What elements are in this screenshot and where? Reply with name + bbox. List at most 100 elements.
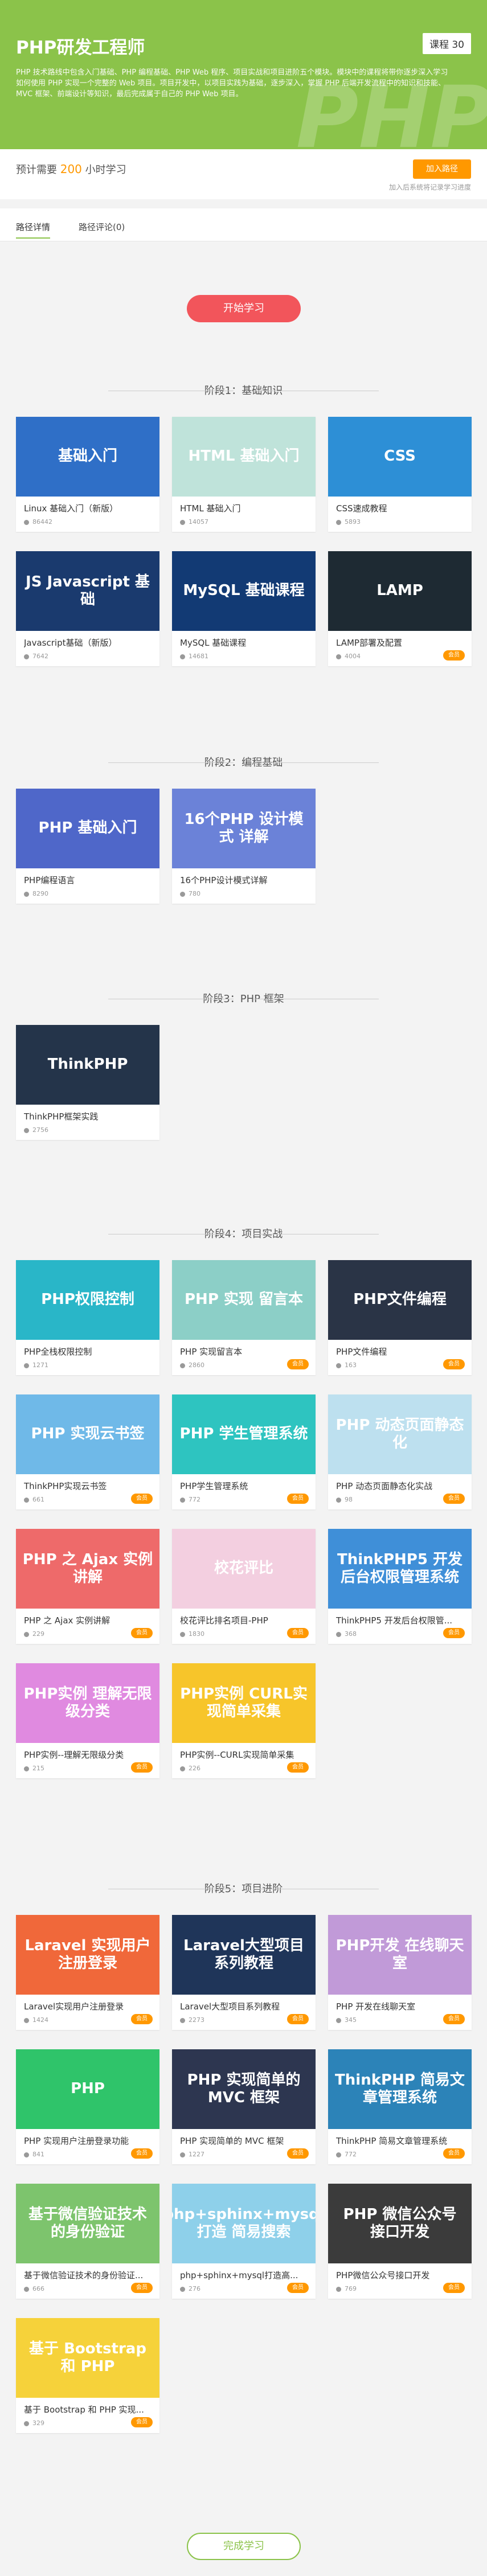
course-title[interactable]: ThinkPHP 简易文章管理系统 [336, 2135, 467, 2147]
course-card[interactable]: PHP权限控制 PHP全栈权限控制 1271 [16, 1260, 159, 1375]
course-title[interactable]: PHP学生管理系统 [180, 1480, 311, 1492]
course-title[interactable]: PHP 实现留言本 [180, 1346, 311, 1357]
course-card[interactable]: PHP 基础入门 PHP编程语言 8290 [16, 789, 159, 904]
course-thumbnail[interactable]: 基础入门 [16, 417, 159, 497]
start-learning-button[interactable]: 开始学习 [187, 295, 301, 322]
course-thumbnail[interactable]: LAMP [328, 551, 472, 631]
course-title[interactable]: Laravel大型项目系列教程 [180, 2000, 311, 2012]
course-title[interactable]: PHP文件编程 [336, 1346, 467, 1357]
course-card[interactable]: 校花评比 校花评比排名项目-PHP 1830 会员 [172, 1529, 316, 1644]
course-card[interactable]: PHP 实现 留言本 PHP 实现留言本 2860 会员 [172, 1260, 316, 1375]
course-card[interactable]: 基于 Bootstrap 和 PHP 基于 Bootstrap 和 PHP 实现.… [16, 2318, 159, 2433]
course-title[interactable]: ThinkPHP5 开发后台权限管... [336, 1614, 467, 1626]
course-thumbnail[interactable]: PHP文件编程 [328, 1260, 472, 1340]
course-title[interactable]: CSS速成教程 [336, 502, 467, 514]
course-thumbnail[interactable]: PHP权限控制 [16, 1260, 159, 1340]
course-card[interactable]: CSS CSS速成教程 5893 [328, 417, 472, 532]
course-title[interactable]: PHP 之 Ajax 实例讲解 [24, 1614, 155, 1626]
course-card[interactable]: PHP PHP 实现用户注册登录功能 841 会员 [16, 2049, 159, 2164]
course-thumbnail[interactable]: PHP 微信公众号 接口开发 [328, 2184, 472, 2263]
learner-count-value: 14681 [189, 653, 208, 660]
course-title[interactable]: PHP 动态页面静态化实战 [336, 1480, 467, 1492]
course-thumbnail[interactable]: PHP开发 在线聊天室 [328, 1915, 472, 1995]
course-title[interactable]: php+sphinx+mysql打造高... [180, 2269, 311, 2281]
course-title[interactable]: PHP微信公众号接口开发 [336, 2269, 467, 2281]
course-thumbnail[interactable]: ThinkPHP [16, 1025, 159, 1105]
learner-count: 163 [336, 1361, 357, 1369]
course-thumbnail[interactable]: PHP 之 Ajax 实例讲解 [16, 1529, 159, 1609]
course-thumbnail[interactable]: ThinkPHP 简易文章管理系统 [328, 2049, 472, 2129]
course-title[interactable]: HTML 基础入门 [180, 502, 311, 514]
course-title[interactable]: PHP实例--CURL实现简单采集 [180, 1749, 311, 1761]
join-path-button[interactable]: 加入路径 [413, 159, 471, 179]
course-card[interactable]: PHP 实现云书签 ThinkPHP实现云书签 661 会员 [16, 1394, 159, 1509]
course-card[interactable]: PHP 实现简单的 MVC 框架 PHP 实现简单的 MVC 框架 1227 会员 [172, 2049, 316, 2164]
course-title[interactable]: ThinkPHP框架实践 [24, 1110, 155, 1122]
course-thumbnail[interactable]: PHP [16, 2049, 159, 2129]
course-card[interactable]: ThinkPHP 简易文章管理系统 ThinkPHP 简易文章管理系统 772 会员 [328, 2049, 472, 2164]
course-title[interactable]: PHP全栈权限控制 [24, 1346, 155, 1357]
user-icon [336, 2152, 341, 2157]
course-card[interactable]: ThinkPHP5 开发后台权限管理系统 ThinkPHP5 开发后台权限管...… [328, 1529, 472, 1644]
course-card[interactable]: Laravel 实现用户注册登录 Laravel实现用户注册登录 1424 会员 [16, 1915, 159, 2030]
course-card[interactable]: PHP文件编程 PHP文件编程 163 会员 [328, 1260, 472, 1375]
course-title[interactable]: Laravel实现用户注册登录 [24, 2000, 155, 2012]
course-card[interactable]: LAMP LAMP部署及配置 4004 会员 [328, 551, 472, 666]
course-thumbnail[interactable]: 16个PHP 设计模式 详解 [172, 789, 316, 868]
course-title[interactable]: MySQL 基础课程 [180, 637, 311, 649]
course-title[interactable]: PHP 实现用户注册登录功能 [24, 2135, 155, 2147]
course-title[interactable]: PHP实例--理解无限级分类 [24, 1749, 155, 1761]
course-card[interactable]: PHP实例 理解无限级分类 PHP实例--理解无限级分类 215 会员 [16, 1663, 159, 1778]
tab-path-detail[interactable]: 路径详情 [16, 221, 51, 239]
course-thumbnail[interactable]: PHP 实现云书签 [16, 1394, 159, 1474]
course-card[interactable]: 基于微信验证技术的身份验证 基于微信验证技术的身份验证... 666 会员 [16, 2184, 159, 2299]
course-card[interactable]: ThinkPHP ThinkPHP框架实践 2756 [16, 1025, 159, 1140]
course-card[interactable]: PHP实例 CURL实现简单采集 PHP实例--CURL实现简单采集 226 会员 [172, 1663, 316, 1778]
course-title[interactable]: PHP编程语言 [24, 874, 155, 886]
course-card[interactable]: 16个PHP 设计模式 详解 16个PHP设计模式详解 780 [172, 789, 316, 904]
course-title[interactable]: Linux 基础入门（新版） [24, 502, 155, 514]
course-thumbnail[interactable]: Laravel大型项目系列教程 [172, 1915, 316, 1995]
course-thumbnail[interactable]: 基于 Bootstrap 和 PHP [16, 2318, 159, 2398]
course-thumbnail[interactable]: CSS [328, 417, 472, 497]
course-card[interactable]: JS Javascript 基础 Javascript基础（新版） 7642 [16, 551, 159, 666]
course-title[interactable]: 基于微信验证技术的身份验证... [24, 2269, 155, 2281]
course-title[interactable]: PHP 实现简单的 MVC 框架 [180, 2135, 311, 2147]
course-card[interactable]: HTML 基础入门 HTML 基础入门 14057 [172, 417, 316, 532]
learner-count: 86442 [24, 518, 52, 526]
course-card[interactable]: PHP 学生管理系统 PHP学生管理系统 772 会员 [172, 1394, 316, 1509]
user-icon [24, 519, 29, 525]
course-title[interactable]: 基于 Bootstrap 和 PHP 实现... [24, 2403, 155, 2415]
course-card[interactable]: Laravel大型项目系列教程 Laravel大型项目系列教程 2273 会员 [172, 1915, 316, 2030]
course-thumbnail[interactable]: MySQL 基础课程 [172, 551, 316, 631]
course-thumbnail[interactable]: php+sphinx+mysql 打造 简易搜索 [172, 2184, 316, 2263]
course-card[interactable]: PHP 动态页面静态化 PHP 动态页面静态化实战 98 会员 [328, 1394, 472, 1509]
course-thumbnail[interactable]: PHP实例 CURL实现简单采集 [172, 1663, 316, 1743]
course-card[interactable]: php+sphinx+mysql 打造 简易搜索 php+sphinx+mysql… [172, 2184, 316, 2299]
course-card[interactable]: PHP开发 在线聊天室 PHP 开发在线聊天室 345 会员 [328, 1915, 472, 2030]
course-thumbnail[interactable]: PHP 实现简单的 MVC 框架 [172, 2049, 316, 2129]
tab-path-comments[interactable]: 路径评论(0) [79, 221, 125, 233]
course-thumbnail[interactable]: 基于微信验证技术的身份验证 [16, 2184, 159, 2263]
course-title[interactable]: LAMP部署及配置 [336, 637, 467, 649]
course-thumbnail[interactable]: 校花评比 [172, 1529, 316, 1609]
course-thumbnail[interactable]: JS Javascript 基础 [16, 551, 159, 631]
course-title[interactable]: PHP 开发在线聊天室 [336, 2000, 467, 2012]
course-card[interactable]: MySQL 基础课程 MySQL 基础课程 14681 [172, 551, 316, 666]
course-title[interactable]: ThinkPHP实现云书签 [24, 1480, 155, 1492]
course-thumbnail[interactable]: PHP 实现 留言本 [172, 1260, 316, 1340]
course-title[interactable]: 16个PHP设计模式详解 [180, 874, 311, 886]
course-card[interactable]: PHP 微信公众号 接口开发 PHP微信公众号接口开发 769 会员 [328, 2184, 472, 2299]
course-thumbnail[interactable]: PHP 动态页面静态化 [328, 1394, 472, 1474]
course-card[interactable]: PHP 之 Ajax 实例讲解 PHP 之 Ajax 实例讲解 229 会员 [16, 1529, 159, 1644]
finish-learning-button[interactable]: 完成学习 [187, 2533, 301, 2560]
course-thumbnail[interactable]: ThinkPHP5 开发后台权限管理系统 [328, 1529, 472, 1609]
course-thumbnail[interactable]: PHP 基础入门 [16, 789, 159, 868]
course-thumbnail[interactable]: PHP实例 理解无限级分类 [16, 1663, 159, 1743]
course-card[interactable]: 基础入门 Linux 基础入门（新版） 86442 [16, 417, 159, 532]
course-thumbnail[interactable]: Laravel 实现用户注册登录 [16, 1915, 159, 1995]
course-title[interactable]: 校花评比排名项目-PHP [180, 1614, 311, 1626]
course-title[interactable]: Javascript基础（新版） [24, 637, 155, 649]
course-thumbnail[interactable]: HTML 基础入门 [172, 417, 316, 497]
course-thumbnail[interactable]: PHP 学生管理系统 [172, 1394, 316, 1474]
